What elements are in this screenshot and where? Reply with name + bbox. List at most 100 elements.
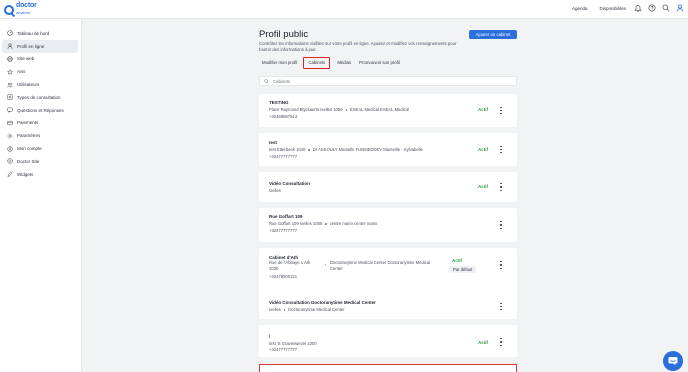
- brand-line1: doctor: [16, 2, 37, 9]
- status-badge: Actif: [452, 258, 462, 263]
- sidebar-item-label: Utilisateurs: [17, 82, 40, 88]
- sidebar-item-questions-et-reponses[interactable]: Questions et Réponses: [2, 104, 78, 117]
- cabinet-phone: +32477777777: [269, 154, 298, 159]
- sidebar-item-label: Widgets: [17, 171, 34, 177]
- more-options-icon[interactable]: [499, 183, 503, 191]
- nav-disponibilites[interactable]: Disponibilités: [599, 6, 626, 11]
- sidebar-item-types-de-consultation[interactable]: Types de consultation: [2, 91, 78, 104]
- star-icon: [7, 68, 13, 75]
- brand-line2: anytime: [16, 10, 31, 15]
- sidebar-item-label: Types de consultation: [17, 94, 61, 100]
- sidebar-item-label: Paramètres: [17, 133, 41, 139]
- sidebar-item-tableau-de-bord[interactable]: Tableau de bord: [2, 27, 78, 40]
- cabinet-address: test 'S Gravenwezel 1000: [269, 341, 317, 346]
- cabinet-name: TESTING: [269, 100, 289, 105]
- default-badge: Par défaut: [449, 266, 477, 273]
- sidebar-item-avis[interactable]: Avis: [2, 65, 78, 78]
- chat-bubble-icon: [668, 357, 678, 366]
- sidebar-item-label: Avis: [17, 69, 26, 75]
- cabinet-address: Ixelles Doctoranytime Medical Center: [269, 307, 345, 312]
- tab-cabinets[interactable]: Cabinets: [303, 57, 331, 69]
- bell-icon[interactable]: [634, 4, 642, 12]
- cabinet-name: Vidéo Consultation Doctoranytime Medical…: [269, 300, 376, 305]
- more-options-icon[interactable]: [499, 338, 503, 346]
- nav-agenda[interactable]: Agenda: [572, 6, 588, 11]
- more-options-icon[interactable]: [499, 221, 503, 229]
- status-badge: Actif: [478, 184, 488, 189]
- cabinet-address: Rue Goffart 109 Ixelles 1050 centre mario…: [269, 221, 378, 226]
- status-badge: Actif: [478, 340, 488, 345]
- cabinet-address: Rue de l'Abbaye 1 Ath 1030: [269, 260, 311, 271]
- cabinet-card[interactable]: / test 'S Gravenwezel 1000 +32477777777 …: [259, 325, 517, 357]
- more-options-icon[interactable]: [499, 106, 503, 115]
- sidebar-item-label: Paiements: [17, 120, 39, 126]
- globe-icon: [7, 56, 13, 62]
- search-icon[interactable]: [662, 4, 670, 12]
- sidebar-item-doctor-site[interactable]: Doctor Site: [2, 155, 78, 168]
- chat-button[interactable]: [663, 351, 683, 371]
- cabinet-name: Vidéo Consultation: [269, 181, 310, 186]
- cabinet-phone: +32468587513: [269, 114, 298, 119]
- cabinet-address: test Etterbeek 1040 Dr ASSOULY Marselle F…: [269, 147, 423, 152]
- tab-medias[interactable]: Médias: [334, 57, 354, 69]
- cabinet-name: /: [269, 334, 271, 339]
- cabinets-search[interactable]: [259, 76, 517, 86]
- top-bar: doctor anytime Agenda Disponibilités: [0, 0, 688, 19]
- more-options-icon[interactable]: [499, 145, 503, 154]
- cabinet-address: Place Raymond Blyckaerts Ixelles 1050 ESE…: [269, 107, 409, 112]
- list-icon: [7, 94, 13, 101]
- tab-modifier-mon-profil[interactable]: Modifier mon profil: [259, 57, 300, 69]
- sidebar-item-label: Profil en ligne: [17, 43, 45, 49]
- search-input[interactable]: [273, 78, 503, 85]
- cabinet-phone: +32477777777: [269, 347, 298, 352]
- user-avatar-icon[interactable]: [676, 4, 684, 12]
- sidebar-item-label: Doctor Site: [17, 158, 40, 164]
- cabinet-card[interactable]: Vidéo Consultation Doctoranytime Medical…: [259, 294, 517, 319]
- cabinet-card[interactable]: test test Etterbeek 1040 Dr ASSOULY Marse…: [259, 133, 517, 166]
- sidebar-item-utilisateurs[interactable]: Utilisateurs: [2, 78, 78, 91]
- gear-icon: [7, 133, 13, 139]
- logo-mark-icon: [4, 4, 14, 15]
- search-icon: [264, 79, 269, 84]
- status-badge: Actif: [478, 147, 488, 152]
- cabinet-phone: +32478500121: [269, 274, 298, 279]
- sidebar-item-site-web[interactable]: Site web: [2, 53, 78, 66]
- status-badge: Actif: [478, 107, 488, 112]
- cabinet-address: Ixelles: [269, 188, 281, 193]
- cabinet-card[interactable]: Vidéo Consultation Ixelles Actif: [259, 172, 517, 202]
- dashboard-icon: [7, 30, 13, 37]
- cabinet-card[interactable]: TESTING Place Raymond Blyckaerts Ixelles…: [259, 94, 517, 127]
- cabinet-phone: +32477777777: [269, 228, 298, 233]
- sidebar-item-label: Mon compte: [17, 146, 42, 152]
- cabinet-name: Rue Goffart 109: [269, 214, 303, 219]
- card-icon: [7, 120, 13, 126]
- site-icon: [7, 158, 13, 164]
- error-banner: [259, 364, 517, 372]
- more-options-icon[interactable]: [499, 261, 503, 269]
- cabinet-card[interactable]: Rue Goffart 109 Rue Goffart 109 Ixelles …: [259, 208, 517, 242]
- sidebar-item-paiements[interactable]: Paiements: [2, 117, 78, 130]
- page-title: Profil public: [259, 29, 309, 40]
- separator-dot: [325, 264, 327, 266]
- brand-logo[interactable]: doctor anytime: [4, 2, 37, 16]
- more-options-icon[interactable]: [499, 302, 503, 311]
- profile-icon: [7, 43, 13, 49]
- sidebar-item-parametres[interactable]: Paramètres: [2, 129, 78, 142]
- profile-tabs: Modifier mon profil Cabinets Médias Prom…: [259, 57, 405, 69]
- cabinet-name: test: [269, 140, 278, 145]
- tab-promouvoir[interactable]: Promouvoir son profil: [356, 57, 403, 69]
- sidebar-item-label: Site web: [17, 56, 35, 62]
- help-icon[interactable]: [648, 4, 656, 12]
- widget-icon: [7, 171, 13, 177]
- account-icon: [7, 145, 13, 152]
- sidebar-item-mon-compte[interactable]: Mon compte: [2, 142, 78, 155]
- cabinet-organization: Doctoranytime Medical Center Doctoranyti…: [330, 260, 431, 271]
- sidebar-item-label: Questions et Réponses: [17, 107, 64, 113]
- sidebar-item-widgets[interactable]: Widgets: [2, 168, 78, 181]
- add-cabinet-button[interactable]: Ajouter un cabinet: [469, 30, 517, 39]
- sidebar: Tableau de bord Profil en ligne Site web…: [0, 19, 82, 372]
- users-icon: [7, 82, 13, 88]
- sidebar-item-label: Tableau de bord: [17, 30, 50, 36]
- sidebar-item-profil-en-ligne[interactable]: Profil en ligne: [2, 39, 78, 53]
- page-subtitle: Contrôlez les informations visibles sur …: [259, 41, 457, 52]
